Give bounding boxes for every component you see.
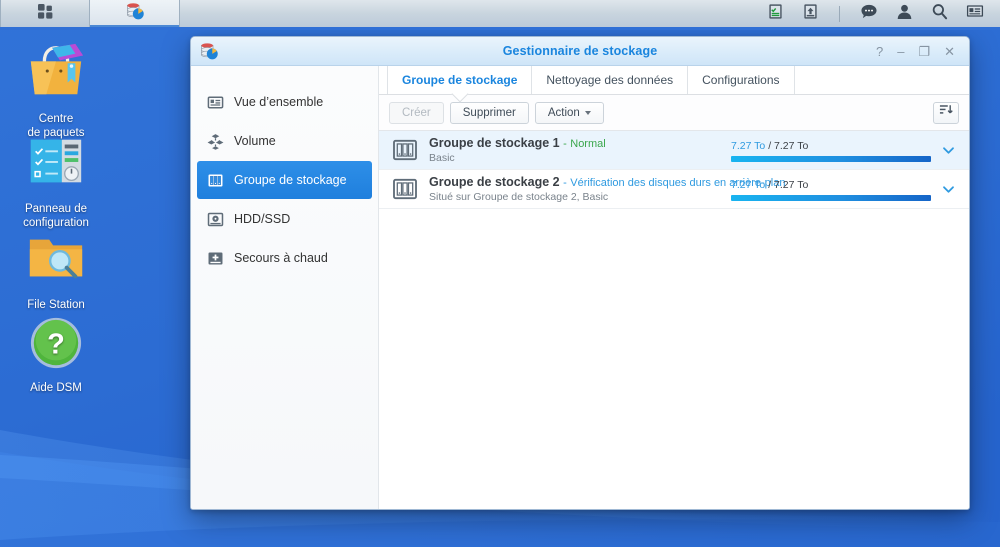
action-menu-button[interactable]: Action	[535, 102, 604, 124]
status-separator: -	[563, 177, 567, 189]
search-icon[interactable]	[931, 3, 948, 25]
close-button[interactable]: ✕	[944, 45, 955, 58]
desktop-icon-label-line1: Centre	[39, 113, 74, 125]
maximize-button[interactable]: ❐	[918, 45, 930, 58]
desktop-icon-dsm-help[interactable]: ? Aide DSM	[0, 315, 112, 395]
usage-used: 7.27 To	[731, 140, 765, 152]
sidebar-item-label: Vue d’ensemble	[234, 95, 323, 109]
delete-button[interactable]: Supprimer	[450, 102, 529, 124]
checklist-document-icon[interactable]	[767, 3, 784, 25]
usage-meter: 7.27 To / 7.27 To	[731, 178, 931, 201]
question-circle-icon: ?	[0, 315, 112, 375]
storage-group-subtitle: Basic	[429, 152, 731, 165]
control-panel-icon	[0, 130, 112, 196]
expand-row-button[interactable]	[935, 143, 961, 158]
window-title: Gestionnaire de stockage	[191, 44, 969, 58]
upload-icon[interactable]	[802, 3, 819, 25]
content-area: Groupe de stockage Nettoyage des données…	[379, 66, 969, 509]
sidebar-item-overview[interactable]: Vue d’ensemble	[197, 83, 372, 121]
tab-data-scrubbing[interactable]: Nettoyage des données	[532, 66, 688, 94]
action-menu-label: Action	[548, 107, 580, 119]
row-text: Groupe de stockage 2 - Vérification des …	[429, 175, 731, 204]
disk-array-icon	[393, 139, 417, 161]
desktop-icon-package-center[interactable]: Centre de paquets	[0, 40, 112, 140]
tab-configurations[interactable]: Configurations	[688, 66, 794, 94]
sidebar: Vue d’ensemble Volume	[191, 66, 379, 509]
storage-manager-window: Gestionnaire de stockage ? – ❐ ✕	[190, 36, 970, 510]
desktop-icon-label-line1: Panneau de	[25, 203, 87, 215]
storage-group-name: Groupe de stockage 2	[429, 175, 560, 189]
disk-array-icon	[393, 178, 417, 200]
desktop-icon-label-line1: File Station	[27, 299, 85, 311]
usage-total: 7.27 To	[774, 179, 808, 191]
taskbar-storage-manager[interactable]	[90, 0, 180, 27]
chevron-down-icon	[585, 111, 591, 115]
sidebar-item-volume[interactable]: Volume	[197, 122, 372, 160]
usage-progress-bar	[731, 156, 931, 162]
usage-progress-bar	[731, 195, 931, 201]
svg-text:?: ?	[47, 329, 65, 361]
chevron-down-icon	[941, 182, 956, 197]
desktop-icon-file-station[interactable]: File Station	[0, 226, 112, 312]
shopping-bag-icon	[0, 40, 112, 106]
widget-card-icon[interactable]	[966, 3, 984, 24]
desktop-icon-label-line1: Aide DSM	[30, 382, 82, 394]
row-text: Groupe de stockage 1 - Normal Basic	[429, 136, 731, 165]
expand-row-button[interactable]	[935, 182, 961, 197]
storage-group-subtitle: Situé sur Groupe de stockage 2, Basic	[429, 191, 731, 204]
taskbar-right-icons	[767, 0, 1000, 27]
usage-total: 7.27 To	[774, 140, 808, 152]
storage-group-name: Groupe de stockage 1	[429, 136, 560, 150]
folder-search-icon	[0, 226, 112, 292]
usage-separator: /	[768, 179, 771, 191]
desktop-icon-control-panel[interactable]: Panneau de configuration	[0, 130, 112, 230]
sidebar-item-label: Secours à chaud	[234, 251, 328, 265]
sidebar-item-storage-pool[interactable]: Groupe de stockage	[197, 161, 372, 199]
minimize-button[interactable]: –	[897, 45, 904, 58]
storage-pool-icon	[207, 172, 224, 189]
usage-meter: 7.27 To / 7.27 To	[731, 139, 931, 162]
window-controls: ? – ❐ ✕	[876, 45, 969, 58]
sidebar-item-hdd-ssd[interactable]: HDD/SSD	[197, 200, 372, 238]
sort-button[interactable]	[933, 102, 959, 124]
tab-storage-pool[interactable]: Groupe de stockage	[387, 66, 532, 94]
help-button[interactable]: ?	[876, 45, 883, 58]
sidebar-item-label: Groupe de stockage	[234, 173, 347, 187]
usage-used: 7.27 To	[731, 179, 765, 191]
taskbar	[0, 0, 1000, 30]
taskbar-divider	[839, 6, 840, 22]
overview-card-icon	[207, 94, 224, 111]
create-button[interactable]: Créer	[389, 102, 444, 124]
main-menu-button[interactable]	[0, 0, 90, 27]
chevron-down-icon	[941, 143, 956, 158]
sidebar-item-hot-spare[interactable]: Secours à chaud	[197, 239, 372, 277]
sort-descending-icon	[939, 103, 953, 122]
hard-disk-icon	[207, 211, 224, 228]
sidebar-item-label: HDD/SSD	[234, 212, 290, 226]
volume-cubes-icon	[207, 133, 224, 150]
usage-separator: /	[768, 140, 771, 152]
toolbar: Créer Supprimer Action	[379, 95, 969, 131]
window-titlebar[interactable]: Gestionnaire de stockage ? – ❐ ✕	[191, 37, 969, 66]
status-separator: -	[563, 138, 567, 150]
grid-menu-icon	[35, 1, 55, 26]
sidebar-item-label: Volume	[234, 134, 276, 148]
user-icon[interactable]	[896, 3, 913, 25]
tab-bar: Groupe de stockage Nettoyage des données…	[379, 66, 969, 95]
storage-group-list: Groupe de stockage 1 - Normal Basic 7.27…	[379, 131, 969, 509]
chat-bubble-icon[interactable]	[860, 3, 878, 25]
status-badge: Normal	[570, 138, 605, 150]
table-row[interactable]: Groupe de stockage 1 - Normal Basic 7.27…	[379, 131, 969, 170]
storage-manager-icon	[125, 1, 145, 26]
hot-spare-icon	[207, 250, 224, 267]
table-row[interactable]: Groupe de stockage 2 - Vérification des …	[379, 170, 969, 209]
